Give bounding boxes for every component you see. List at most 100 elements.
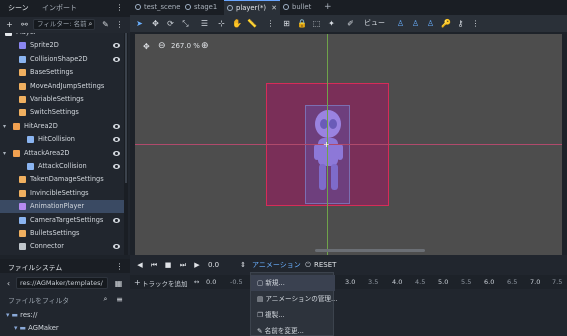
list-select-icon[interactable]: ☰ xyxy=(200,19,209,28)
menu-item-manage[interactable]: ▤ アニメーションの管理... xyxy=(251,291,337,307)
filesystem-path-input[interactable]: res://AGMaker/templates/ xyxy=(16,277,108,289)
visibility-eye-icon[interactable] xyxy=(113,164,120,169)
tab-reset[interactable]: RESET xyxy=(314,261,354,269)
node-type-icon xyxy=(19,82,26,90)
zoom-in-icon[interactable]: ⊕ xyxy=(201,41,209,51)
more-icon[interactable]: ⋮ xyxy=(115,262,124,271)
tab-bullet[interactable]: bullet xyxy=(280,0,320,15)
menu-item-new[interactable]: ▢ 新規... xyxy=(251,275,335,291)
visibility-eye-icon[interactable] xyxy=(113,56,120,62)
link-icon[interactable]: ⚯ xyxy=(20,20,29,29)
scene-tree-node[interactable]: BaseSettings xyxy=(0,66,124,79)
more-icon[interactable]: ⋮ xyxy=(115,3,124,12)
scale-tool-icon[interactable]: ⤡ xyxy=(181,19,190,28)
scene-tree-node[interactable]: Sprite2D xyxy=(0,39,124,52)
add-tab-icon[interactable]: + xyxy=(320,0,332,15)
visibility-eye-icon[interactable] xyxy=(113,244,120,250)
filesystem-dock: ファイルシステム ⋮ ‹ res://AGMaker/templates/ ▦ … xyxy=(0,259,130,336)
node-type-icon xyxy=(27,163,34,170)
scene-tree-node[interactable]: AttackCollision xyxy=(0,160,124,173)
scene-tree-node[interactable]: MoveAndJumpSettings xyxy=(0,80,124,93)
group-icon[interactable]: ⬚ xyxy=(312,19,321,28)
keyframe-rot-icon[interactable]: ♙ xyxy=(411,19,420,28)
key-auto-icon[interactable]: ⚷ xyxy=(456,19,465,28)
add-track-icon[interactable]: + xyxy=(134,278,141,287)
scene-tree-node[interactable]: ▾ HitArea2D xyxy=(0,120,124,133)
scene-tree-node[interactable]: InvincibleSettings xyxy=(0,187,124,200)
visibility-eye-icon[interactable] xyxy=(113,150,120,156)
insert-key-icon[interactable]: 🔑 xyxy=(441,19,451,28)
tab-filesystem[interactable]: ファイルシステム xyxy=(8,262,62,272)
add-track-button[interactable]: トラックを追加 xyxy=(142,278,188,288)
more-icon[interactable]: ⋮ xyxy=(115,20,124,29)
keyframe-pos-icon[interactable]: ♙ xyxy=(396,19,405,28)
node-type-icon xyxy=(19,176,26,184)
visibility-eye-icon[interactable] xyxy=(113,43,120,49)
expand-arrow-icon[interactable]: ▾ xyxy=(3,147,6,160)
grid-snap-icon[interactable]: ⊞ xyxy=(282,19,291,28)
canvas-viewport[interactable]: ✥ ⊖ 267.0 % ⊕ + xyxy=(135,34,562,255)
layout-icon[interactable]: ▦ xyxy=(114,279,123,288)
pivot-icon[interactable]: ⊹ xyxy=(217,19,226,28)
tab-test-scene[interactable]: test_scene xyxy=(132,0,182,15)
tab-scene[interactable]: シーン xyxy=(8,3,29,13)
close-icon[interactable]: ✕ xyxy=(271,1,277,16)
scene-tree-node[interactable]: Player xyxy=(0,33,124,39)
view-menu[interactable]: ビュー xyxy=(364,18,385,28)
zoom-out-icon[interactable]: ⊖ xyxy=(158,41,166,51)
move-tool-icon[interactable]: ✥ xyxy=(151,19,160,28)
script-icon[interactable]: ✎ xyxy=(101,20,110,29)
add-node-icon[interactable]: + xyxy=(5,20,14,29)
play-start-icon[interactable]: ⏭ xyxy=(179,261,187,269)
animation-menu: ▢ 新規... ▤ アニメーションの管理... ❐ 複製... ✎ 名前を変更.… xyxy=(250,272,337,336)
scene-tree-node[interactable]: HitCollision xyxy=(0,133,124,146)
menu-item-duplicate[interactable]: ❐ 複製... xyxy=(251,307,335,323)
snap-icon[interactable]: ⋮ xyxy=(266,19,275,28)
time-stepper-icon[interactable]: ⇕ xyxy=(239,261,247,269)
scene-tree-node[interactable]: VariableSettings xyxy=(0,93,124,106)
tab-player[interactable]: player(*) ✕ xyxy=(224,0,280,15)
scene-tree-node[interactable]: CameraTargetSettings xyxy=(0,214,124,227)
tab-animation[interactable]: アニメーション xyxy=(252,261,302,269)
tab-stage1[interactable]: stage1 xyxy=(182,0,224,15)
play-backwards-start-icon[interactable]: ⏮ xyxy=(150,261,158,269)
viewport-hscrollbar[interactable] xyxy=(315,249,425,252)
expand-icon[interactable]: ↔ xyxy=(194,278,199,286)
scene-tree-node[interactable]: SwitchSettings xyxy=(0,106,124,119)
ruler-icon[interactable]: 📏 xyxy=(247,19,257,28)
time-input[interactable]: 0.0 xyxy=(208,261,238,269)
menu-item-rename[interactable]: ✎ 名前を変更... xyxy=(251,323,335,336)
play-backwards-icon[interactable]: ◀ xyxy=(136,261,144,269)
skeleton-icon[interactable]: ✦ xyxy=(327,19,336,28)
tree-scrollbar-thumb[interactable] xyxy=(125,33,127,183)
visibility-eye-icon[interactable] xyxy=(113,137,120,143)
folder-res[interactable]: ▾ ▬ res:// xyxy=(6,311,37,319)
select-tool-icon[interactable]: ➤ xyxy=(135,19,144,28)
expand-arrow-icon[interactable]: ▾ xyxy=(3,120,6,133)
play-icon[interactable]: ▶ xyxy=(193,261,201,269)
visibility-eye-icon[interactable] xyxy=(113,123,120,129)
zoom-level[interactable]: 267.0 % xyxy=(171,42,200,50)
scene-tree-node[interactable]: Connector xyxy=(0,240,124,253)
scene-tree-node[interactable]: AnimationPlayer xyxy=(0,200,124,214)
center-view-icon[interactable]: ✥ xyxy=(143,42,150,51)
rotate-tool-icon[interactable]: ⟳ xyxy=(166,19,175,28)
scene-icon xyxy=(283,4,289,10)
canvas-toolbar: ➤ ✥ ⟳ ⤡ ☰ ⊹ ✋ 📏 ⋮ ⊞ 🔒 ⬚ ✦ ✐ ビュー ♙ ♙ ♙ 🔑 … xyxy=(130,15,567,32)
pan-icon[interactable]: ✋ xyxy=(232,19,242,28)
bone-icon[interactable]: ✐ xyxy=(346,19,355,28)
visibility-eye-icon[interactable] xyxy=(113,217,120,223)
tab-import[interactable]: インポート xyxy=(42,3,77,13)
filesystem-filter-input[interactable]: ファイルをフィルタ xyxy=(8,295,69,305)
keyframe-scale-icon[interactable]: ♙ xyxy=(426,19,435,28)
sort-icon[interactable]: ≡ xyxy=(115,295,124,304)
scene-tree-node[interactable]: TakenDamageSettings xyxy=(0,173,124,186)
stop-icon[interactable]: ■ xyxy=(164,261,172,269)
scene-tree-node[interactable]: CollisionShape2D xyxy=(0,53,124,66)
scene-tree-node[interactable]: ▾ AttackArea2D xyxy=(0,147,124,160)
scene-tree-node[interactable]: BulletsSettings xyxy=(0,227,124,240)
lock-icon[interactable]: 🔒 xyxy=(297,19,307,28)
more-icon[interactable]: ⋮ xyxy=(471,19,480,28)
back-icon[interactable]: ‹ xyxy=(4,279,13,288)
folder-agmaker[interactable]: ▾ ▬ AGMaker xyxy=(14,324,59,332)
